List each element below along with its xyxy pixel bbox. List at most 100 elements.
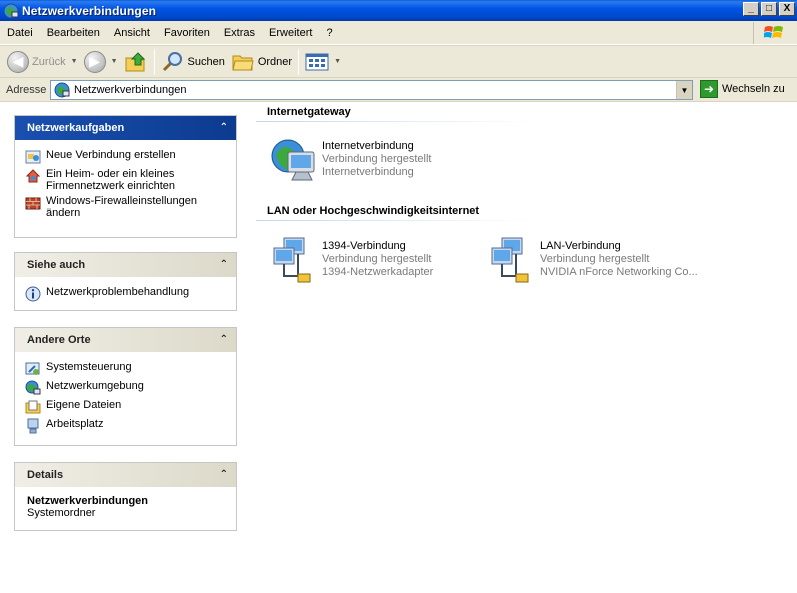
collapse-icon[interactable]: ⌃ [220,335,228,345]
windows-logo-icon [753,22,793,44]
back-label: Zurück [32,55,66,68]
back-arrow-icon: ◀ [7,50,29,73]
menu-favoriten[interactable]: Favoriten [157,23,217,43]
panel-title: Netzwerkaufgaben [27,122,125,134]
search-label: Suchen [187,55,225,68]
panel-title: Andere Orte [27,334,91,346]
internet-gateway-icon [271,139,315,181]
place-control-panel[interactable]: Systemsteuerung [25,361,230,377]
title-bar[interactable]: Netzwerkverbindungen _ □ X [0,0,797,21]
search-icon [162,51,182,71]
task-new-connection[interactable]: Neue Verbindung erstellen [25,149,230,165]
control-panel-icon [25,362,40,375]
toolbar-separator [153,48,155,75]
group-divider [256,121,538,122]
connection-name: LAN-Verbindung [540,240,621,252]
search-button[interactable]: Suchen [158,48,228,76]
menu-help[interactable]: ? [319,23,339,43]
task-pane: Netzwerkaufgaben ⌃ Neue Verbindung erste… [0,103,250,593]
network-connections-icon [54,82,70,98]
lan-connection-icon [491,237,529,283]
maximize-button[interactable]: □ [761,2,777,16]
info-icon [25,286,41,302]
task-troubleshooting[interactable]: Netzwerkproblembehandlung [25,286,230,302]
collapse-icon[interactable]: ⌃ [220,123,228,133]
place-network-places[interactable]: Netzwerkumgebung [25,380,230,396]
details-type: Systemordner [27,507,96,519]
toolbar-separator [298,48,300,75]
views-icon [305,53,329,70]
folders-icon [232,55,254,70]
place-label: Systemsteuerung [46,361,132,373]
up-folder-icon [125,51,145,71]
connection-device: 1394-Netzwerkadapter [322,266,434,278]
connection-name: 1394-Verbindung [322,240,406,252]
folders-label: Ordner [257,55,293,68]
address-dropdown-icon[interactable]: ▼ [676,81,692,99]
connection-lan[interactable]: LAN-Verbindung Verbindung hergestellt NV… [488,236,698,284]
back-dropdown-icon[interactable]: ▼ [71,58,78,65]
address-input[interactable]: Netzwerkverbindungen ▼ [50,80,693,100]
place-label: Netzwerkumgebung [46,380,144,392]
task-firewall-settings[interactable]: Windows-Firewalleinstellungen ändern [25,195,230,219]
go-label: Wechseln zu [722,83,785,95]
connection-name: Internetverbindung [322,140,414,152]
panel-other-places: Andere Orte ⌃ Systemsteuerung Netzwerkum… [14,327,237,446]
menu-erweitert[interactable]: Erweitert [262,23,319,43]
group-divider [256,220,538,221]
up-folder-button[interactable] [121,48,151,76]
panel-header-network-tasks[interactable]: Netzwerkaufgaben ⌃ [15,116,236,140]
task-label: Windows-Firewalleinstellungen ändern [46,195,198,219]
lan-connection-icon [273,237,311,283]
connection-device: NVIDIA nForce Networking Co... [540,266,698,278]
connection-device: Internetverbindung [322,166,414,178]
forward-dropdown-icon[interactable]: ▼ [111,58,118,65]
forward-arrow-icon: ▶ [83,50,106,73]
toolbar: ◀ Zurück ▼ ▶ ▼ Suchen Ordner ▼ [0,45,797,78]
panel-header-see-also[interactable]: Siehe auch ⌃ [15,253,236,277]
collapse-icon[interactable]: ⌃ [220,260,228,270]
minimize-button[interactable]: _ [743,2,759,16]
network-connections-icon [3,3,19,18]
connection-1394[interactable]: 1394-Verbindung Verbindung hergestellt 1… [270,236,433,284]
close-button[interactable]: X [779,2,795,16]
place-my-computer[interactable]: Arbeitsplatz [25,418,230,434]
menu-bar: Datei Bearbeiten Ansicht Favoriten Extra… [0,21,797,45]
collapse-icon[interactable]: ⌃ [220,470,228,480]
panel-header-other-places[interactable]: Andere Orte ⌃ [15,328,236,352]
menu-bearbeiten[interactable]: Bearbeiten [40,23,107,43]
folders-button[interactable]: Ordner [228,48,295,76]
menu-extras[interactable]: Extras [217,23,262,43]
panel-title: Details [27,469,64,481]
go-button[interactable]: ➜ Wechseln zu [700,80,785,98]
address-label: Adresse [6,83,47,96]
panel-see-also: Siehe auch ⌃ Netzwerkproblembehandlung [14,252,237,311]
task-home-network[interactable]: Ein Heim- oder ein kleines Firmennetzwer… [25,168,230,192]
main-content: Internetgateway Internetverbindung Verbi… [250,103,797,593]
my-computer-icon [27,418,39,434]
firewall-icon [25,197,41,210]
task-label: Netzwerkproblembehandlung [46,286,190,298]
details-name: Netzwerkverbindungen [27,495,149,507]
connection-status: Verbindung hergestellt [322,153,432,165]
forward-button[interactable]: ▶ ▼ [81,48,121,76]
connection-internet[interactable]: Internetverbindung Verbindung hergestell… [270,136,431,184]
group-title-lan: LAN oder Hochgeschwindigkeitsinternet [267,205,480,217]
connection-status: Verbindung hergestellt [322,253,432,265]
place-label: Eigene Dateien [46,399,122,411]
menu-ansicht[interactable]: Ansicht [107,23,157,43]
back-button[interactable]: ◀ Zurück ▼ [4,48,81,76]
task-label: Ein Heim- oder ein kleines Firmennetzwer… [46,168,175,192]
address-bar: Adresse Netzwerkverbindungen ▼ ➜ Wechsel… [0,78,797,102]
network-places-icon [25,380,41,395]
views-button[interactable]: ▼ [302,48,344,76]
panel-header-details[interactable]: Details ⌃ [15,463,236,487]
menu-datei[interactable]: Datei [0,23,40,43]
place-my-documents[interactable]: Eigene Dateien [25,399,230,415]
group-title-internet-gateway: Internetgateway [267,106,351,118]
go-arrow-icon: ➜ [700,80,718,98]
views-dropdown-icon[interactable]: ▼ [334,58,341,65]
panel-details: Details ⌃ Netzwerkverbindungen Systemord… [14,462,237,531]
panel-network-tasks: Netzwerkaufgaben ⌃ Neue Verbindung erste… [14,115,237,238]
home-network-icon [25,169,41,183]
